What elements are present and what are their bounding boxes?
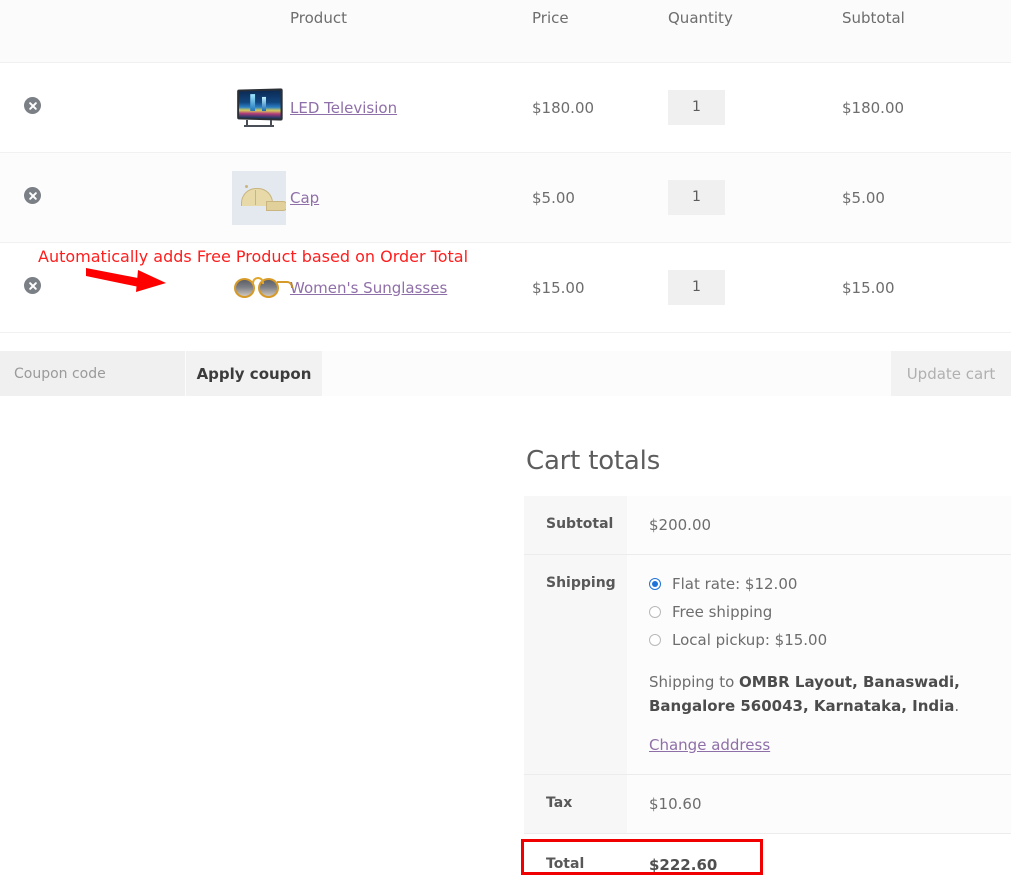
shipping-option-label: Local pickup: $15.00 xyxy=(672,631,828,649)
quantity-input[interactable] xyxy=(668,270,725,305)
cart-row-thumbnail-cell xyxy=(72,152,286,243)
radio-flat-rate-icon[interactable] xyxy=(649,578,661,590)
cart-row-price-cell: $5.00 xyxy=(510,152,665,243)
product-link-cap[interactable]: Cap xyxy=(290,189,319,207)
cart-page: Product Price Quantity Subtotal LED Tele… xyxy=(0,0,1024,896)
totals-row-tax: Tax $10.60 xyxy=(524,774,1011,834)
product-subtotal: $15.00 xyxy=(842,278,895,297)
radio-free-shipping-icon[interactable] xyxy=(649,606,661,618)
column-header-price: Price xyxy=(510,0,665,63)
quantity-input[interactable] xyxy=(668,180,725,215)
subtotal-value: $200.00 xyxy=(627,496,1011,555)
change-address-link[interactable]: Change address xyxy=(649,736,770,754)
cart-items-table: Product Price Quantity Subtotal LED Tele… xyxy=(0,0,1011,333)
cart-table-header-row: Product Price Quantity Subtotal xyxy=(0,0,1011,63)
cart-totals-table: Subtotal $200.00 Shipping Flat rate: $12… xyxy=(524,496,1011,896)
totals-row-shipping: Shipping Flat rate: $12.00 Free shipping xyxy=(524,554,1011,775)
column-header-subtotal: Subtotal xyxy=(825,0,1011,63)
tax-value: $10.60 xyxy=(627,774,1011,834)
shipping-to-prefix: Shipping to xyxy=(649,673,740,691)
column-header-remove xyxy=(0,0,72,63)
cart-row-name-cell: Cap xyxy=(260,152,510,243)
remove-item-icon[interactable] xyxy=(24,277,41,294)
cart-row-thumbnail-cell xyxy=(72,62,283,153)
product-subtotal: $5.00 xyxy=(842,188,885,207)
womens-sunglasses-thumbnail-icon[interactable] xyxy=(227,270,297,306)
coupon-code-input[interactable] xyxy=(0,351,185,396)
apply-coupon-button[interactable]: Apply coupon xyxy=(186,351,322,396)
cart-row-price-cell: $15.00 xyxy=(510,242,665,333)
shipping-option-label: Flat rate: $12.00 xyxy=(672,575,798,593)
subtotal-label: Subtotal xyxy=(524,496,627,555)
column-header-quantity: Quantity xyxy=(665,0,825,63)
cart-row-subtotal-cell: $180.00 xyxy=(825,62,1011,153)
cart-row-quantity-cell xyxy=(665,242,825,333)
cart-row-remove-cell xyxy=(0,152,72,243)
shipping-option-flat-rate[interactable]: Flat rate: $12.00 xyxy=(649,575,1011,593)
cart-row-remove-cell xyxy=(0,62,72,153)
total-label: Total xyxy=(524,833,627,896)
shipping-to-suffix: . xyxy=(954,697,960,716)
annotation-free-product-note: Automatically adds Free Product based on… xyxy=(38,247,469,266)
table-row: Cap $5.00 $5.00 xyxy=(0,152,1011,243)
shipping-label: Shipping xyxy=(524,554,627,775)
shipping-option-label: Free shipping xyxy=(672,603,773,621)
product-price: $5.00 xyxy=(532,188,575,207)
table-row: LED Television $180.00 $180.00 xyxy=(0,62,1011,153)
product-subtotal: $180.00 xyxy=(842,98,905,117)
cart-row-name-cell: LED Television xyxy=(260,62,510,153)
cart-row-quantity-cell xyxy=(665,62,825,153)
shipping-method-list: Flat rate: $12.00 Free shipping Local pi… xyxy=(649,575,1011,649)
led-television-thumbnail-icon[interactable] xyxy=(232,81,286,135)
cart-totals-section: Cart totals Subtotal $200.00 Shipping Fl… xyxy=(524,446,1011,896)
column-header-thumbnail xyxy=(72,0,260,63)
quantity-input[interactable] xyxy=(668,90,725,125)
product-link-led-television[interactable]: LED Television xyxy=(290,99,397,117)
product-price: $15.00 xyxy=(532,278,585,297)
remove-item-icon[interactable] xyxy=(24,97,41,114)
cart-row-subtotal-cell: $15.00 xyxy=(825,242,1011,333)
shipping-option-local-pickup[interactable]: Local pickup: $15.00 xyxy=(649,631,1011,649)
cart-row-price-cell: $180.00 xyxy=(510,62,665,153)
shipping-option-free-shipping[interactable]: Free shipping xyxy=(649,603,1011,621)
cart-row-subtotal-cell: $5.00 xyxy=(825,152,1011,243)
shipping-destination-text: Shipping to OMBR Layout, Banaswadi, Bang… xyxy=(649,670,977,719)
totals-row-subtotal: Subtotal $200.00 xyxy=(524,496,1011,555)
cap-thumbnail-icon[interactable] xyxy=(232,170,286,225)
totals-row-total: Total $222.60 xyxy=(524,833,1011,896)
product-price: $180.00 xyxy=(532,98,595,117)
cart-totals-title: Cart totals xyxy=(526,446,661,476)
cart-row-quantity-cell xyxy=(665,152,825,243)
product-link-womens-sunglasses[interactable]: Women's Sunglasses xyxy=(290,279,447,297)
radio-local-pickup-icon[interactable] xyxy=(649,634,661,646)
cart-actions-row: Apply coupon Update cart xyxy=(0,351,1011,396)
tax-label: Tax xyxy=(524,774,627,834)
column-header-product: Product xyxy=(260,0,510,63)
total-value: $222.60 xyxy=(627,833,1011,896)
update-cart-button[interactable]: Update cart xyxy=(891,351,1011,396)
shipping-options-cell: Flat rate: $12.00 Free shipping Local pi… xyxy=(627,554,1011,775)
remove-item-icon[interactable] xyxy=(24,187,41,204)
